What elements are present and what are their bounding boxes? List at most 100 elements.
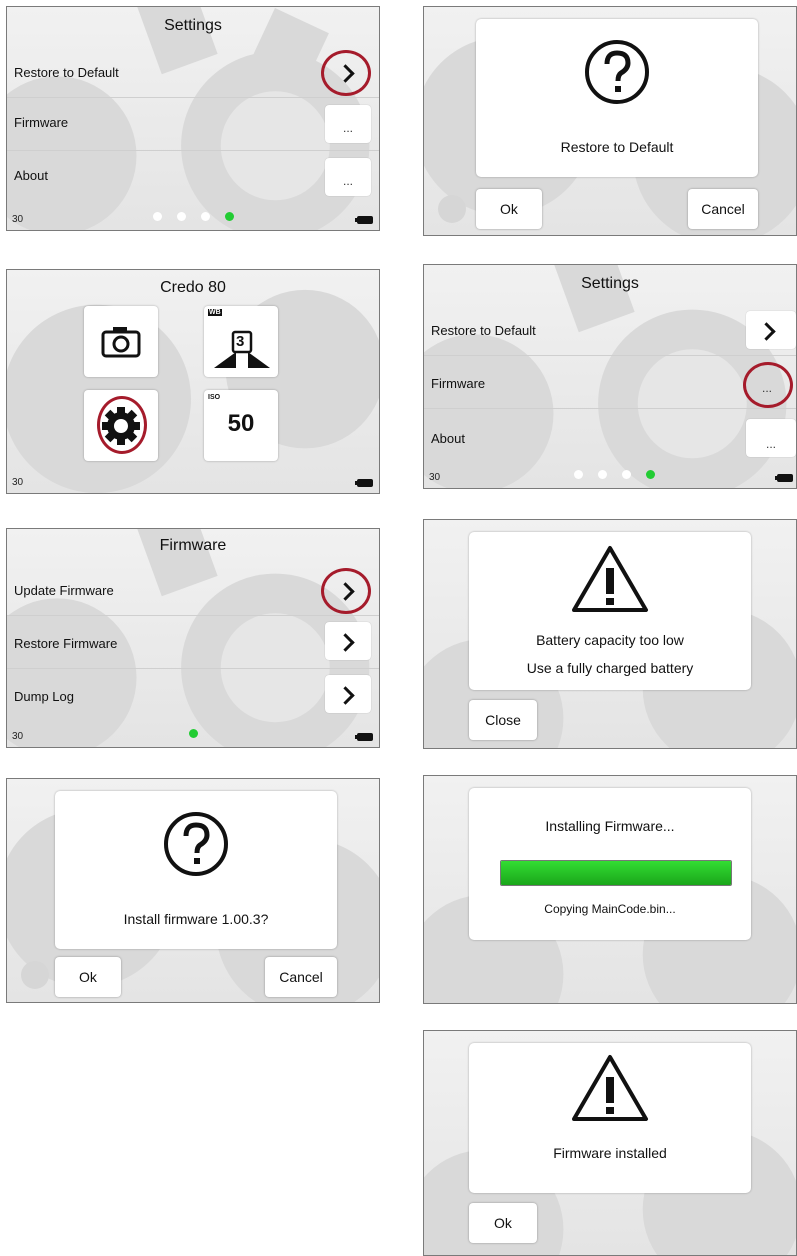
confirm-dialog: Restore to Default [476, 19, 758, 177]
status-number: 30 [429, 472, 441, 483]
white-balance-tile[interactable]: WB 3 [204, 306, 278, 377]
iso-tile[interactable]: ISO 50 [204, 390, 278, 461]
page-dot[interactable] [598, 470, 607, 479]
decorative-circle [438, 195, 466, 223]
highlight-circle [743, 362, 793, 408]
progress-dialog: Installing Firmware... Copying MainCode.… [469, 788, 751, 940]
firmware-more-button[interactable]: ... [325, 105, 371, 143]
dialog-message: Install firmware 1.00.3? [123, 911, 269, 927]
page-dot-active[interactable] [646, 470, 655, 479]
cancel-button[interactable]: Cancel [688, 189, 758, 229]
page-dot[interactable] [574, 470, 583, 479]
ok-button[interactable]: Ok [469, 1203, 537, 1243]
page-dot[interactable] [622, 470, 631, 479]
row-label: Restore to Default [431, 323, 536, 338]
ellipsis-label: ... [342, 121, 353, 135]
status-number: 30 [12, 731, 24, 742]
highlight-circle [97, 396, 147, 454]
about-more-button[interactable]: ... [325, 158, 371, 196]
screen-firmware-menu: Firmware Update Firmware Restore Firmwar… [6, 528, 380, 748]
screen-installing: Installing Firmware... Copying MainCode.… [423, 775, 797, 1004]
decorative-circle [21, 961, 49, 989]
ellipsis-label: ... [342, 174, 353, 188]
row-label: Restore Firmware [14, 636, 118, 651]
page-indicator[interactable] [574, 470, 664, 480]
page-dot-active[interactable] [189, 729, 198, 738]
row-label: About [14, 168, 48, 183]
settings-tile[interactable] [84, 390, 158, 461]
settings-row-firmware[interactable]: Firmware ... [424, 356, 796, 409]
battery-icon [355, 479, 373, 487]
page-dot-active[interactable] [225, 212, 234, 221]
page-title: Firmware [159, 537, 227, 554]
wb-badge: WB [208, 309, 222, 316]
page-dot[interactable] [153, 212, 162, 221]
chevron-right-icon [336, 633, 355, 652]
close-button[interactable]: Close [469, 700, 537, 740]
page-title: Credo 80 [160, 279, 226, 296]
page-indicator[interactable] [189, 729, 199, 739]
ellipsis-label: ... [765, 437, 776, 451]
highlight-circle [321, 50, 371, 96]
progress-bar [500, 860, 732, 886]
warning-line-1: Battery capacity too low [536, 632, 684, 648]
progress-bar-fill [501, 861, 731, 885]
camera-icon [101, 327, 141, 358]
battery-icon [355, 733, 373, 741]
firmware-row-update[interactable]: Update Firmware [7, 563, 379, 616]
settings-row-about[interactable]: About ... [424, 409, 796, 461]
page-dot[interactable] [177, 212, 186, 221]
about-more-button[interactable]: ... [746, 419, 796, 457]
info-dialog: Firmware installed [469, 1043, 751, 1193]
ok-button[interactable]: Ok [476, 189, 542, 229]
status-number: 30 [12, 477, 24, 488]
chevron-right-icon [336, 686, 355, 705]
iso-value: 50 [227, 410, 255, 437]
row-label: Dump Log [14, 689, 74, 704]
status-number: 30 [12, 214, 24, 225]
confirm-dialog: Install firmware 1.00.3? [55, 791, 337, 949]
question-icon [585, 40, 649, 104]
row-label: Firmware [431, 376, 486, 391]
settings-row-restore[interactable]: Restore to Default [7, 45, 379, 98]
iso-badge: ISO [208, 394, 221, 401]
row-label: Update Firmware [14, 583, 114, 598]
settings-row-firmware[interactable]: Firmware ... [7, 98, 379, 151]
screen-restore-dialog: Restore to Default Ok Cancel [423, 6, 797, 236]
dialog-message: Restore to Default [560, 139, 674, 155]
battery-icon [355, 216, 373, 224]
row-label: Restore to Default [14, 65, 119, 80]
wb-value: 3 [236, 333, 245, 350]
firmware-row-dump-log[interactable]: Dump Log [7, 669, 379, 721]
battery-icon [775, 474, 793, 482]
settings-row-about[interactable]: About ... [7, 151, 379, 203]
screen-battery-warning: Battery capacity too low Use a fully cha… [423, 519, 797, 749]
page-dot[interactable] [201, 212, 210, 221]
screen-install-dialog: Install firmware 1.00.3? Ok Cancel [6, 778, 380, 1003]
page-indicator[interactable] [153, 212, 243, 222]
screen-settings-firmware: Settings Restore to Default Firmware ...… [423, 264, 797, 489]
gear-background-art [7, 289, 379, 493]
restore-default-button[interactable] [746, 311, 796, 349]
warning-icon [572, 546, 648, 612]
progress-title: Installing Firmware... [545, 818, 675, 834]
screen-home: Credo 80 WB 3 ISO 50 30 [6, 269, 380, 494]
warning-icon [572, 1055, 648, 1121]
screen-settings-restore: Settings Restore to Default Firmware ...… [6, 6, 380, 231]
warning-dialog: Battery capacity too low Use a fully cha… [469, 532, 751, 690]
restore-firmware-button[interactable] [325, 622, 371, 660]
chevron-right-icon [757, 322, 776, 341]
dump-log-button[interactable] [325, 675, 371, 713]
row-label: About [431, 431, 465, 446]
camera-tile[interactable] [84, 306, 158, 377]
page-title: Settings [164, 17, 222, 34]
highlight-circle [321, 568, 371, 614]
cancel-button[interactable]: Cancel [265, 957, 337, 997]
dialog-message: Firmware installed [553, 1145, 667, 1161]
settings-row-restore[interactable]: Restore to Default [424, 303, 796, 356]
question-icon [164, 812, 228, 876]
ok-button[interactable]: Ok [55, 957, 121, 997]
warning-line-2: Use a fully charged battery [526, 660, 694, 676]
page-title: Settings [581, 275, 639, 292]
firmware-row-restore[interactable]: Restore Firmware [7, 616, 379, 669]
